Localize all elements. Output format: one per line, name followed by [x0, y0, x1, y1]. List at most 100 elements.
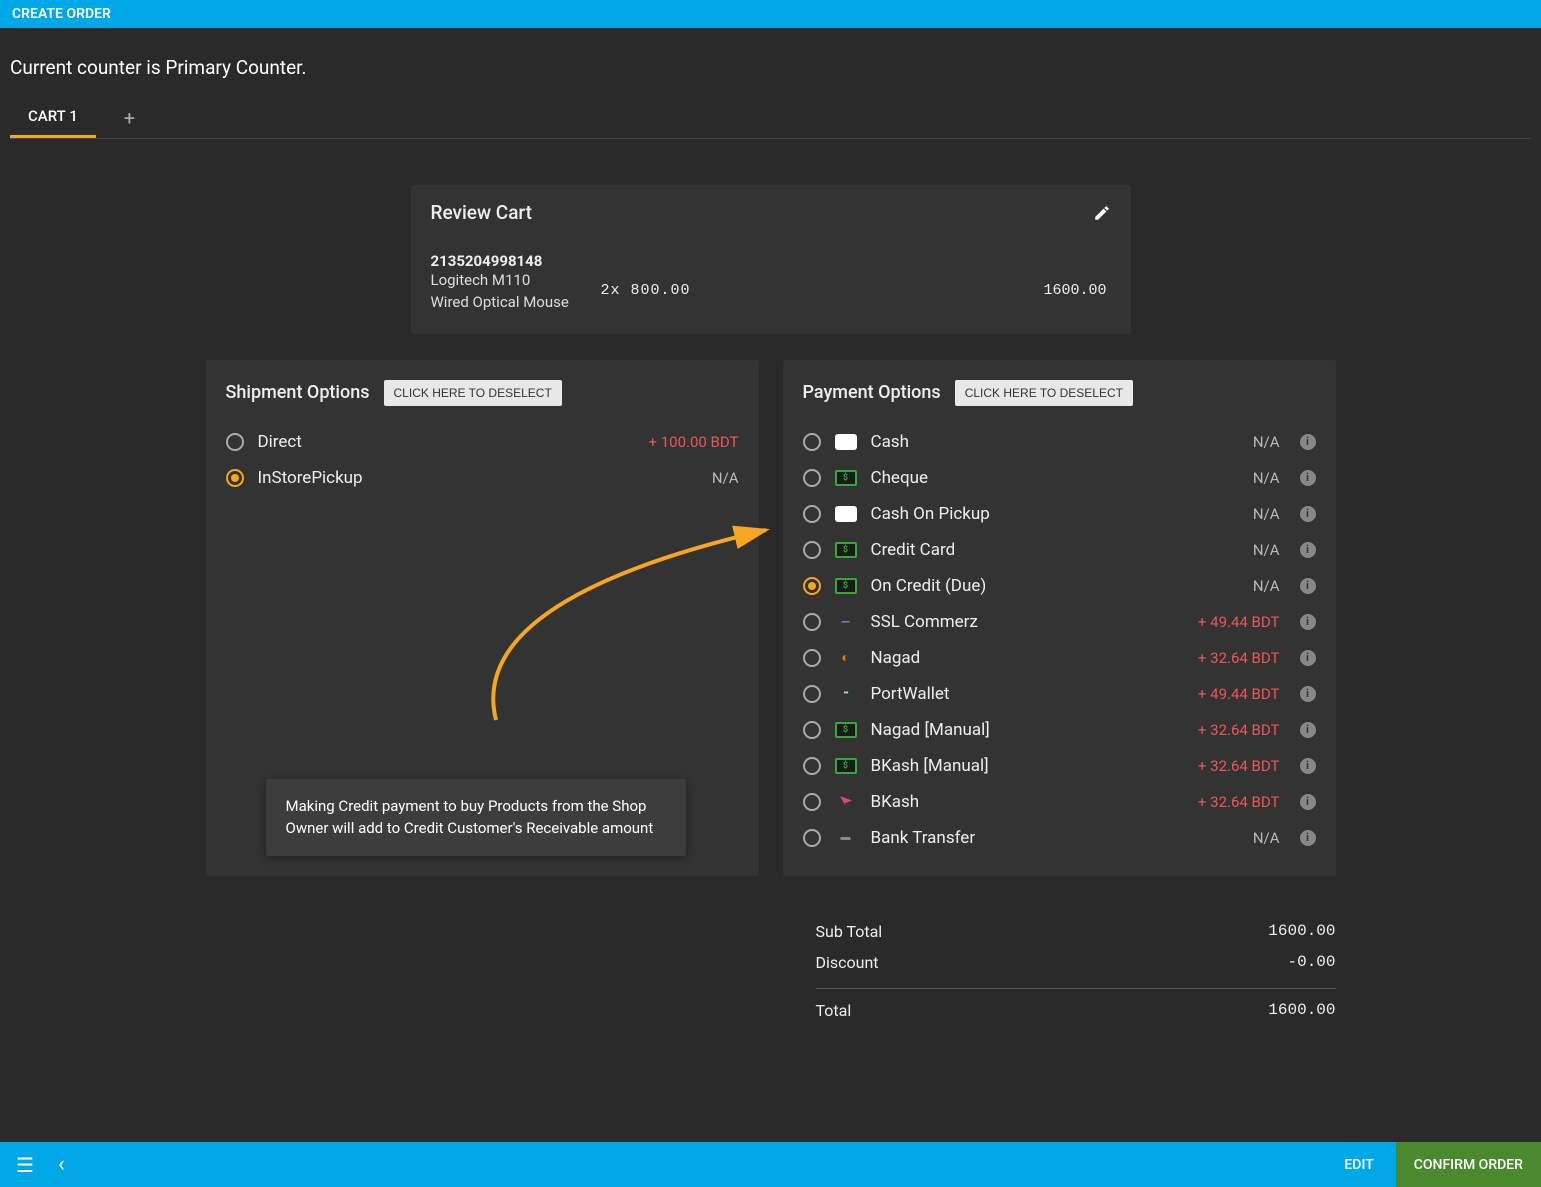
option-label: Direct: [258, 432, 635, 452]
info-icon[interactable]: i: [1300, 650, 1316, 666]
info-icon[interactable]: i: [1300, 794, 1316, 810]
payment-option[interactable]: PortWallet + 49.44 BDT i: [803, 676, 1316, 712]
back-icon[interactable]: ‹: [50, 1152, 73, 1177]
item-total: 1600.00: [1043, 252, 1110, 314]
payment-panel: Payment Options CLICK HERE TO DESELECT C…: [783, 360, 1336, 876]
info-icon[interactable]: i: [1300, 470, 1316, 486]
payment-option[interactable]: BKash + 32.64 BDT i: [803, 784, 1316, 820]
option-label: Nagad [Manual]: [871, 720, 1184, 740]
info-icon[interactable]: i: [1300, 830, 1316, 846]
radio-icon[interactable]: [803, 757, 821, 775]
totals-label: Discount: [816, 953, 879, 972]
bottom-bar: ☰ ‹ EDIT CONFIRM ORDER: [0, 1142, 1541, 1187]
tab-cart1[interactable]: CART 1: [10, 97, 96, 138]
option-label: Cash: [871, 432, 1239, 452]
radio-icon[interactable]: [226, 469, 244, 487]
shipment-deselect-button[interactable]: CLICK HERE TO DESELECT: [384, 380, 562, 406]
radio-icon[interactable]: [803, 613, 821, 631]
payment-method-icon: [835, 470, 857, 486]
option-label: BKash [Manual]: [871, 756, 1184, 776]
payment-method-icon: [835, 434, 857, 450]
totals-label: Sub Total: [816, 922, 883, 941]
payment-option[interactable]: ChequeN/Ai: [803, 460, 1316, 496]
option-label: Nagad: [871, 648, 1184, 668]
payment-method-icon: [835, 614, 857, 630]
shipment-option[interactable]: InStorePickup N/A: [226, 460, 739, 496]
radio-icon[interactable]: [803, 505, 821, 523]
payment-option[interactable]: CashN/Ai: [803, 424, 1316, 460]
info-icon[interactable]: i: [1300, 434, 1316, 450]
payment-option[interactable]: Nagad [Manual]+ 32.64 BDTi: [803, 712, 1316, 748]
cart-line-item: 2135204998148 Logitech M110 Wired Optica…: [411, 240, 1131, 334]
counter-status: Current counter is Primary Counter.: [10, 28, 1531, 97]
option-value: N/A: [1253, 829, 1280, 847]
payment-option[interactable]: Credit Card N/A i: [803, 532, 1316, 568]
option-label: BKash: [871, 792, 1184, 812]
shipment-option[interactable]: Direct + 100.00 BDT: [226, 424, 739, 460]
info-icon[interactable]: i: [1300, 686, 1316, 702]
shipment-panel: Shipment Options CLICK HERE TO DESELECT …: [206, 360, 759, 876]
item-sku: 2135204998148: [431, 252, 571, 270]
confirm-order-button[interactable]: CONFIRM ORDER: [1396, 1142, 1541, 1187]
info-icon[interactable]: i: [1300, 758, 1316, 774]
option-value: N/A: [712, 469, 739, 487]
info-icon[interactable]: i: [1300, 506, 1316, 522]
radio-icon[interactable]: [803, 649, 821, 667]
credit-tooltip: Making Credit payment to buy Products fr…: [266, 779, 686, 856]
payment-method-icon: [835, 794, 857, 810]
payment-method-icon: [835, 578, 857, 594]
payment-method-icon: [835, 722, 857, 738]
payment-method-icon: [835, 758, 857, 774]
payment-deselect-button[interactable]: CLICK HERE TO DESELECT: [955, 380, 1133, 406]
option-label: Cheque: [871, 468, 1239, 488]
item-qty-price: 2x 800.00: [601, 252, 691, 314]
info-icon[interactable]: i: [1300, 578, 1316, 594]
edit-icon[interactable]: [1093, 204, 1111, 222]
option-label: InStorePickup: [258, 468, 698, 488]
payment-option[interactable]: SSL Commerz+ 49.44 BDTi: [803, 604, 1316, 640]
info-icon[interactable]: i: [1300, 722, 1316, 738]
radio-icon[interactable]: [803, 721, 821, 739]
payment-method-icon: [835, 506, 857, 522]
totals-amount: 1600.00: [1268, 922, 1335, 941]
payment-method-icon: [835, 650, 857, 666]
option-value: N/A: [1253, 541, 1280, 559]
option-value: + 32.64 BDT: [1198, 649, 1280, 667]
info-icon[interactable]: i: [1300, 542, 1316, 558]
total-amount: 1600.00: [1268, 1001, 1335, 1020]
radio-icon[interactable]: [803, 685, 821, 703]
radio-icon[interactable]: [803, 829, 821, 847]
payment-method-icon: [835, 830, 857, 846]
menu-icon[interactable]: ☰: [0, 1153, 50, 1177]
option-label: Credit Card: [871, 540, 1239, 560]
payment-option[interactable]: Bank TransferN/Ai: [803, 820, 1316, 856]
option-label: SSL Commerz: [871, 612, 1184, 632]
option-label: PortWallet: [871, 684, 1184, 704]
option-value: + 32.64 BDT: [1198, 793, 1280, 811]
payment-option[interactable]: Cash On PickupN/Ai: [803, 496, 1316, 532]
radio-icon[interactable]: [803, 793, 821, 811]
cart-wrap: Review Cart 2135204998148 Logitech M110 …: [206, 139, 1336, 1066]
radio-icon[interactable]: [803, 433, 821, 451]
shipment-title: Shipment Options: [226, 382, 370, 403]
order-totals: Sub Total 1600.00 Discount -0.00 Total 1600…: [816, 916, 1336, 1026]
payment-option[interactable]: On Credit (Due)N/Ai: [803, 568, 1316, 604]
option-value: + 49.44 BDT: [1198, 685, 1280, 703]
radio-icon[interactable]: [803, 577, 821, 595]
item-name: Logitech M110 Wired Optical Mouse: [431, 270, 571, 314]
totals-amount: -0.00: [1287, 953, 1335, 972]
info-icon[interactable]: i: [1300, 614, 1316, 630]
payment-option[interactable]: Nagad + 32.64 BDT i: [803, 640, 1316, 676]
total-label: Total: [816, 1001, 852, 1020]
option-label: On Credit (Due): [871, 576, 1239, 596]
payment-method-icon: [835, 542, 857, 558]
add-tab-button[interactable]: +: [124, 106, 135, 130]
radio-icon[interactable]: [803, 469, 821, 487]
payment-option[interactable]: BKash [Manual]+ 32.64 BDTi: [803, 748, 1316, 784]
radio-icon[interactable]: [803, 541, 821, 559]
option-value: + 100.00 BDT: [649, 433, 739, 451]
edit-button[interactable]: EDIT: [1322, 1157, 1395, 1173]
option-value: N/A: [1253, 505, 1280, 523]
radio-icon[interactable]: [226, 433, 244, 451]
review-cart-panel: Review Cart 2135204998148 Logitech M110 …: [411, 185, 1131, 334]
